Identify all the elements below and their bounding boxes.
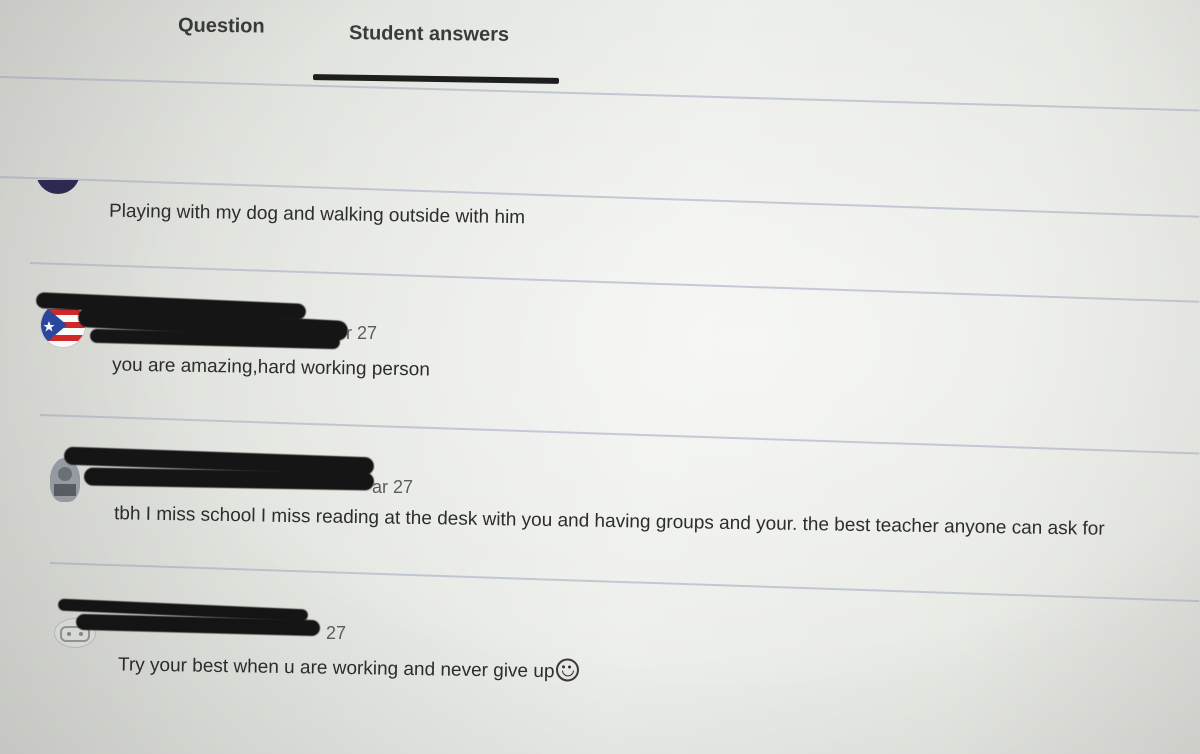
answer-divider <box>29 262 1200 303</box>
answer-text: Playing with my dog and walking outside … <box>108 200 526 229</box>
redacted-name <box>83 467 375 491</box>
active-tab-indicator <box>312 74 560 84</box>
tabs-divider <box>0 76 1200 112</box>
tab-question[interactable]: Question <box>178 15 265 39</box>
answer-text: tbh I miss school I miss reading at the … <box>113 503 1105 540</box>
answer-date: ar 27 <box>372 477 414 497</box>
tab-student-answers[interactable]: Student answers <box>349 22 509 47</box>
answer-text: Try your best when u are working and nev… <box>118 651 579 683</box>
answer-text-content: Try your best when u are working and nev… <box>117 654 555 683</box>
answer-divider <box>39 414 1200 455</box>
answer-date: r 27 <box>346 323 378 343</box>
answer-text: you are amazing,hard working person <box>111 354 431 381</box>
answer-date: 27 <box>326 623 347 643</box>
answer-divider <box>49 562 1200 603</box>
crying-laughing-emoji-icon <box>555 658 579 682</box>
